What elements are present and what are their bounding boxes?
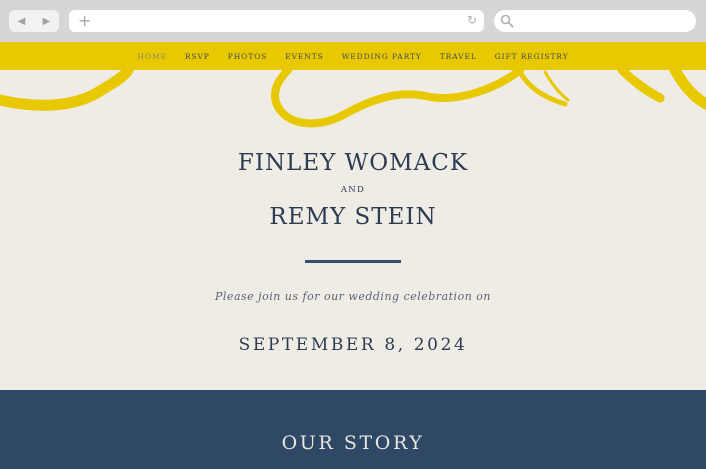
- forward-icon[interactable]: ▶: [43, 16, 51, 27]
- nav-events[interactable]: EVENTS: [285, 52, 323, 61]
- back-icon[interactable]: ◀: [18, 16, 26, 27]
- partner-two-name: REMY STEIN: [269, 204, 437, 230]
- browser-window: ◀ ▶ + ↻ HOME RSVP PHOTOS EVENTS WEDDING …: [0, 0, 706, 469]
- search-input[interactable]: [494, 10, 696, 32]
- nav-gift-registry[interactable]: GIFT REGISTRY: [495, 52, 569, 61]
- nav-travel[interactable]: TRAVEL: [440, 52, 477, 61]
- nav-wedding-party[interactable]: WEDDING PARTY: [342, 52, 422, 61]
- history-buttons: ◀ ▶: [9, 10, 59, 32]
- our-story-section: OUR STORY: [0, 390, 706, 469]
- reload-icon[interactable]: ↻: [467, 13, 477, 27]
- search-icon: [500, 14, 514, 28]
- nav-home[interactable]: HOME: [137, 52, 166, 61]
- address-bar[interactable]: + ↻: [69, 10, 484, 32]
- invitation-text: Please join us for our wedding celebrati…: [215, 290, 491, 303]
- new-tab-icon[interactable]: +: [78, 11, 91, 30]
- site-nav: HOME RSVP PHOTOS EVENTS WEDDING PARTY TR…: [0, 42, 706, 70]
- section-title: OUR STORY: [281, 432, 425, 454]
- and-separator: AND: [340, 185, 366, 195]
- wedding-date: SEPTEMBER 8, 2024: [238, 335, 468, 355]
- nav-rsvp[interactable]: RSVP: [185, 52, 210, 61]
- partner-one-name: FINLEY WOMACK: [237, 150, 469, 176]
- browser-chrome: ◀ ▶ + ↻: [0, 0, 706, 42]
- nav-photos[interactable]: PHOTOS: [228, 52, 267, 61]
- divider-line: [305, 260, 401, 263]
- brushstroke-decoration: [0, 70, 706, 128]
